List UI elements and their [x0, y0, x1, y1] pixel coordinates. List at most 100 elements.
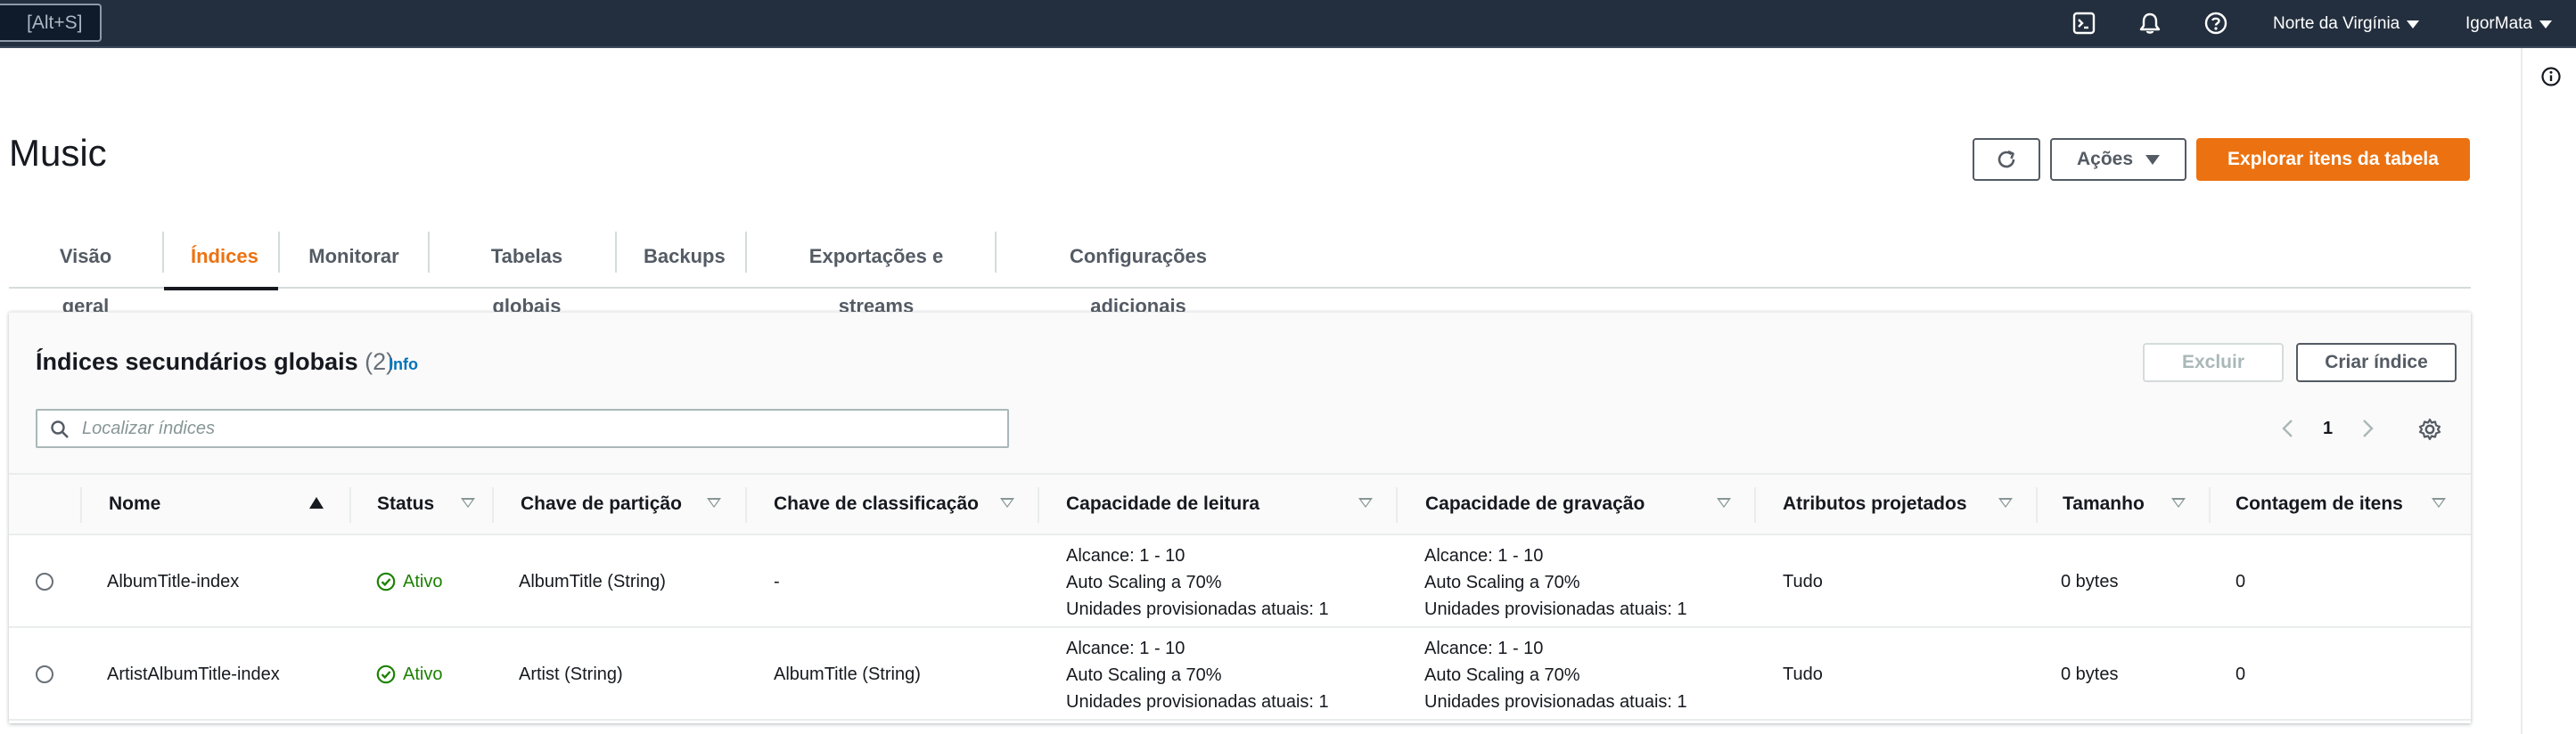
table-row[interactable]: AlbumTitle-index Ativo AlbumTitle (Strin…	[9, 535, 2471, 628]
column-divider	[2209, 487, 2211, 523]
search-field[interactable]	[36, 409, 1009, 448]
explore-items-button[interactable]: Explorar itens da tabela	[2196, 138, 2470, 181]
tab-monitorar[interactable]: Monitorar	[280, 224, 428, 289]
help-panel-rail	[2521, 48, 2576, 734]
page-title: Music	[9, 132, 107, 174]
actions-label: Ações	[2076, 149, 2134, 169]
notifications-icon[interactable]	[2136, 9, 2164, 37]
actions-dropdown-button[interactable]: Ações	[2050, 138, 2186, 181]
write-autoscaling: Auto Scaling a 70%	[1424, 573, 1580, 592]
column-status[interactable]: Status	[377, 475, 434, 534]
caret-down-icon	[2407, 20, 2420, 29]
account-menu[interactable]: IgorMata	[2465, 0, 2552, 48]
column-divider	[1396, 487, 1398, 523]
tab-indices[interactable]: Índices	[164, 224, 278, 290]
region-label: Norte da Virgínia	[2273, 14, 2400, 33]
sort-icon[interactable]	[1998, 498, 2013, 508]
sort-key: -	[774, 572, 780, 591]
current-page[interactable]: 1	[2323, 419, 2333, 439]
write-capacity: Alcance: 1 - 10 Auto Scaling a 70% Unida…	[1424, 635, 1687, 715]
column-divider	[492, 487, 494, 523]
status-text: Ativo	[403, 665, 443, 684]
index-size: 0 bytes	[2061, 572, 2119, 591]
gsi-title-text: Índices secundários globais	[36, 348, 358, 375]
item-count: 0	[2236, 665, 2246, 684]
write-capacity: Alcance: 1 - 10 Auto Scaling a 70% Unida…	[1424, 542, 1687, 623]
column-capacidade-gravacao[interactable]: Capacidade de gravação	[1425, 475, 1645, 534]
caret-down-icon	[2145, 154, 2161, 165]
write-provisioned: Unidades provisionadas atuais: 1	[1424, 692, 1687, 712]
status-badge: Ativo	[376, 568, 442, 595]
gsi-table-header: Índices secundários globais (2) Info Exc…	[9, 313, 2471, 473]
success-check-icon	[376, 665, 396, 684]
table-row[interactable]: ArtistAlbumTitle-index Ativo Artist (Str…	[9, 628, 2471, 721]
column-chave-particao[interactable]: Chave de partição	[521, 475, 682, 534]
projected-attributes: Tudo	[1783, 665, 1823, 684]
gsi-table-container: Índices secundários globais (2) Info Exc…	[9, 312, 2471, 723]
column-divider	[349, 487, 351, 523]
row-select-radio[interactable]	[36, 573, 53, 591]
column-divider	[745, 487, 747, 523]
column-divider	[1038, 487, 1039, 523]
delete-index-button[interactable]: Excluir	[2143, 343, 2284, 382]
read-provisioned: Unidades provisionadas atuais: 1	[1066, 692, 1329, 712]
table-header: Nome Status Chave de partição Chave de c…	[9, 473, 2471, 535]
status-badge: Ativo	[376, 661, 442, 688]
read-autoscaling: Auto Scaling a 70%	[1066, 665, 1222, 685]
refresh-button[interactable]	[1973, 138, 2040, 181]
search-input[interactable]	[82, 411, 973, 446]
gsi-title: Índices secundários globais (2)	[36, 348, 394, 376]
column-divider	[1754, 487, 1756, 523]
tab-configuracoes-adicionais[interactable]: Configurações adicionais	[997, 224, 1280, 317]
column-tamanho[interactable]: Tamanho	[2063, 475, 2145, 534]
read-capacity: Alcance: 1 - 10 Auto Scaling a 70% Unida…	[1066, 542, 1329, 623]
cloudshell-icon[interactable]	[2070, 9, 2098, 37]
tab-list: Visão geral Índices Monitorar Tabelas gl…	[9, 224, 2471, 317]
sort-ascending-icon[interactable]	[309, 497, 324, 509]
row-select-radio[interactable]	[36, 665, 53, 683]
column-atributos-projetados[interactable]: Atributos projetados	[1783, 475, 1967, 534]
read-range: Alcance: 1 - 10	[1066, 546, 1185, 566]
write-range: Alcance: 1 - 10	[1424, 546, 1544, 566]
index-name: ArtistAlbumTitle-index	[107, 665, 280, 684]
search-shortcut-hint[interactable]: [Alt+S]	[0, 4, 102, 42]
sort-icon[interactable]	[1358, 498, 1373, 508]
tab-visao-geral[interactable]: Visão geral	[9, 224, 162, 317]
column-nome[interactable]: Nome	[109, 475, 160, 534]
read-autoscaling: Auto Scaling a 70%	[1066, 573, 1222, 592]
region-selector[interactable]: Norte da Virgínia	[2273, 0, 2420, 48]
column-chave-classificacao[interactable]: Chave de classificação	[774, 475, 979, 534]
column-contagem-itens[interactable]: Contagem de itens	[2236, 475, 2403, 534]
item-count: 0	[2236, 572, 2246, 591]
pagination: 1	[2278, 409, 2377, 448]
column-capacidade-leitura[interactable]: Capacidade de leitura	[1066, 475, 1259, 534]
sort-icon[interactable]	[2171, 498, 2186, 508]
sort-icon[interactable]	[461, 498, 475, 508]
top-navigation: [Alt+S] Norte da Virgínia IgorMata	[0, 0, 2576, 48]
sort-icon[interactable]	[1717, 498, 1731, 508]
read-range: Alcance: 1 - 10	[1066, 639, 1185, 658]
sort-icon[interactable]	[2432, 498, 2446, 508]
tab-backups[interactable]: Backups	[617, 224, 749, 289]
sort-icon[interactable]	[1000, 498, 1014, 508]
info-link[interactable]: Info	[389, 355, 418, 374]
chevron-right-icon[interactable]	[2358, 416, 2377, 441]
index-name: AlbumTitle-index	[107, 572, 240, 591]
help-icon[interactable]	[2202, 9, 2230, 37]
tab-exportacoes-streams[interactable]: Exportações e streams	[747, 224, 1005, 317]
settings-gear-icon[interactable]	[2417, 417, 2442, 442]
sort-icon[interactable]	[707, 498, 721, 508]
info-icon[interactable]	[2540, 66, 2562, 87]
partition-key: Artist (String)	[519, 665, 623, 684]
refresh-icon	[1998, 150, 2015, 168]
read-capacity: Alcance: 1 - 10 Auto Scaling a 70% Unida…	[1066, 635, 1329, 715]
read-provisioned: Unidades provisionadas atuais: 1	[1066, 599, 1329, 619]
create-index-button[interactable]: Criar índice	[2296, 343, 2457, 382]
status-text: Ativo	[403, 572, 443, 591]
account-name: IgorMata	[2465, 14, 2532, 33]
tab-tabelas-globais[interactable]: Tabelas globais	[430, 224, 624, 317]
index-size: 0 bytes	[2061, 665, 2119, 684]
search-icon	[51, 420, 69, 438]
chevron-left-icon[interactable]	[2278, 416, 2298, 441]
write-range: Alcance: 1 - 10	[1424, 639, 1544, 658]
